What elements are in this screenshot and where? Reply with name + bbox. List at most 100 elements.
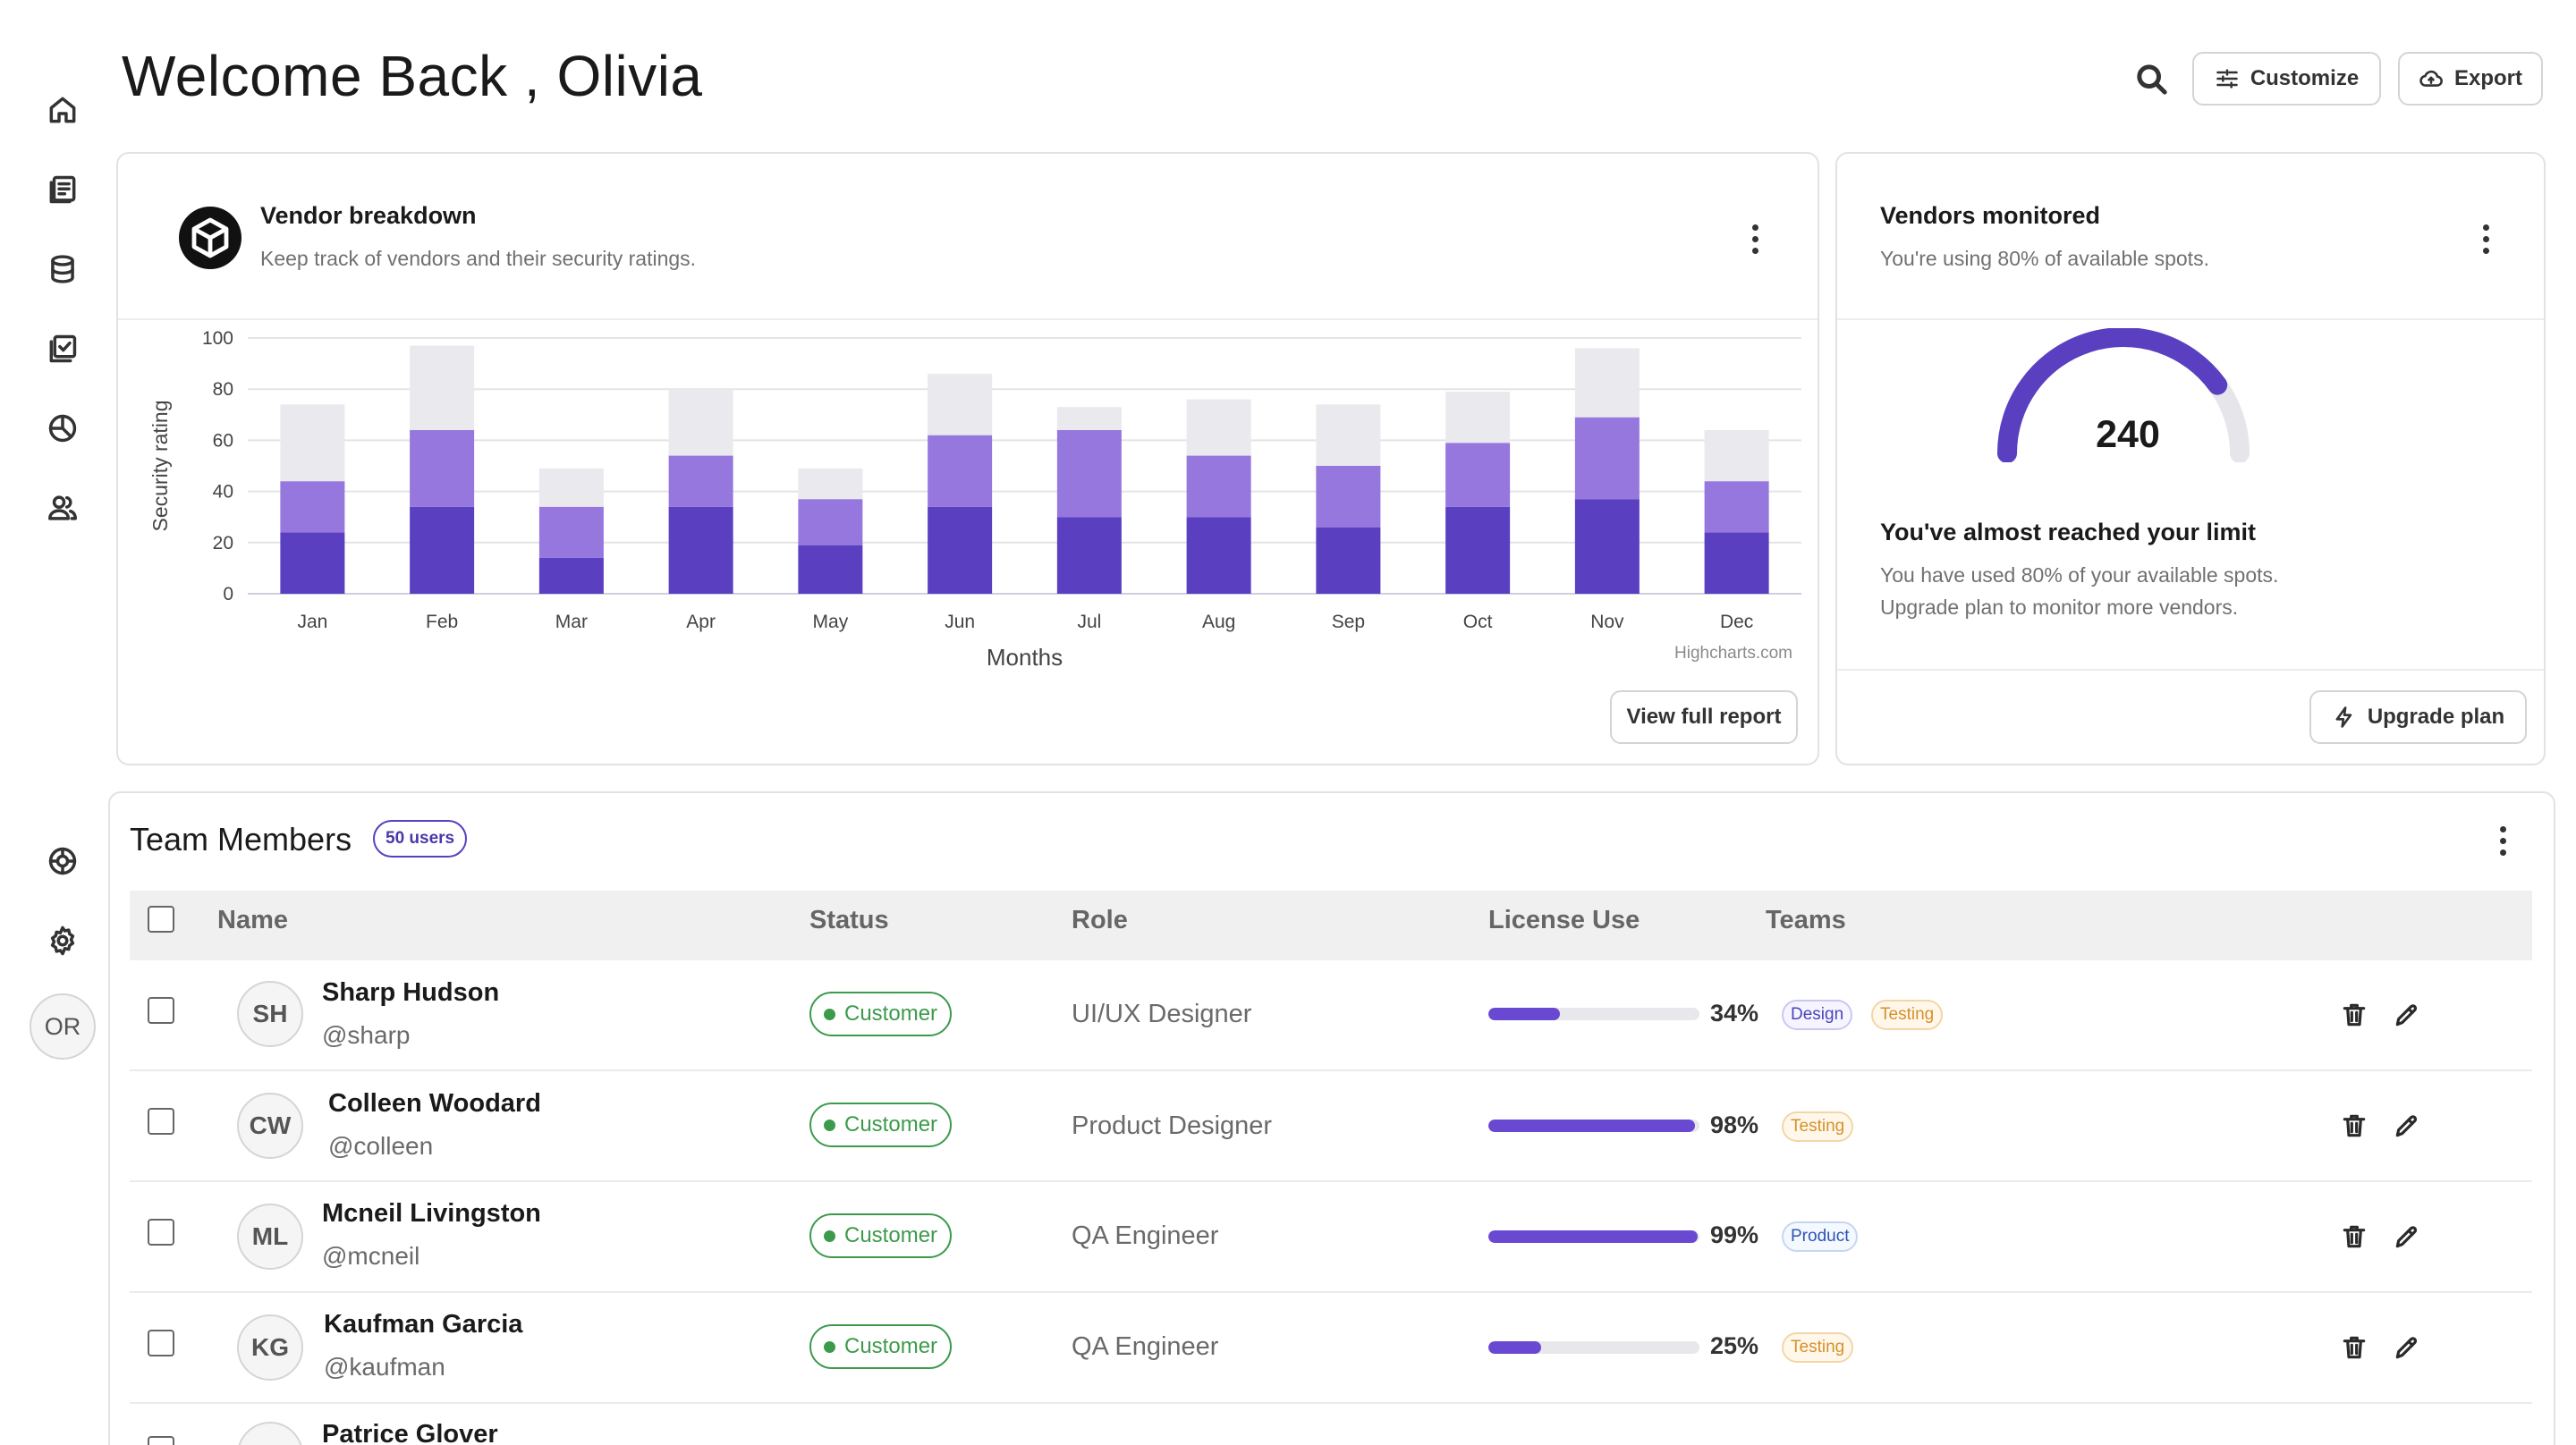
users-count-badge: 50 users — [373, 820, 468, 858]
gauge-value: 240 — [2096, 413, 2160, 456]
column-header-status[interactable]: Status — [809, 906, 889, 935]
chart-bar-segment — [668, 455, 733, 507]
chart-bar-segment — [410, 345, 475, 430]
x-tick-label: Jun — [945, 612, 975, 632]
trash-icon[interactable] — [2336, 1330, 2372, 1365]
pencil-icon[interactable] — [2389, 997, 2425, 1033]
vendors-monitored-card: Vendors monitored You're using 80% of av… — [1835, 152, 2546, 765]
monitor-card-title: Vendors monitored — [1880, 202, 2101, 229]
team-tag[interactable]: Product — [1782, 1221, 1859, 1252]
member-avatar: ML — [237, 1204, 303, 1270]
chart-bar-segment — [928, 435, 993, 507]
vendor-card-menu-icon[interactable] — [1741, 216, 1768, 261]
home-icon[interactable] — [41, 89, 84, 131]
x-axis-title: Months — [987, 644, 1063, 671]
team-tag[interactable]: Testing — [1782, 1111, 1854, 1142]
cloud-upload-icon — [2419, 70, 2443, 87]
member-handle: @kaufman — [324, 1353, 445, 1381]
trash-icon[interactable] — [2336, 1219, 2372, 1255]
x-tick-label: Jul — [1077, 612, 1101, 632]
y-tick-label: 40 — [213, 482, 233, 503]
row-divider — [130, 1291, 2532, 1293]
member-role: QA Engineer — [1072, 1221, 1219, 1250]
database-icon[interactable] — [41, 248, 84, 291]
x-tick-label: Dec — [1720, 612, 1753, 632]
row-divider — [130, 1180, 2532, 1182]
team-tag[interactable]: Testing — [1782, 1332, 1854, 1363]
limit-text-line2: Upgrade plan to monitor more vendors. — [1880, 596, 2239, 619]
x-tick-label: Jan — [297, 612, 327, 632]
pencil-icon[interactable] — [2389, 1219, 2425, 1255]
view-full-report-button[interactable]: View full report — [1610, 690, 1798, 744]
team-tag[interactable]: Testing — [1871, 1000, 1944, 1030]
member-name[interactable]: Patrice Glover — [322, 1420, 498, 1445]
team-menu-icon[interactable] — [2489, 818, 2516, 863]
pencil-icon[interactable] — [2389, 1330, 2425, 1365]
member-name[interactable]: Mcneil Livingston — [322, 1199, 541, 1229]
limit-title: You've almost reached your limit — [1880, 519, 2257, 545]
chart-bar-segment — [280, 481, 345, 533]
chart-bar-segment — [1574, 417, 1640, 500]
chart-bar-segment — [1445, 392, 1511, 444]
chart-bar-segment — [1704, 532, 1769, 594]
chart-bar-segment — [538, 506, 604, 558]
check-square-icon[interactable] — [41, 327, 84, 370]
support-icon[interactable] — [41, 840, 84, 883]
trash-icon[interactable] — [2336, 1108, 2372, 1144]
card-divider — [1837, 669, 2544, 671]
monitor-card-menu-icon[interactable] — [2472, 216, 2499, 261]
gear-icon[interactable] — [41, 919, 84, 962]
customize-button[interactable]: Customize — [2192, 52, 2381, 106]
pencil-icon[interactable] — [2389, 1108, 2425, 1144]
vendor-breakdown-card: Vendor breakdown Keep track of vendors a… — [116, 152, 1819, 765]
page-title: Welcome Back , Olivia — [122, 44, 703, 108]
column-header-license[interactable]: License Use — [1488, 906, 1640, 935]
export-button[interactable]: Export — [2398, 52, 2543, 106]
trash-icon[interactable] — [2336, 997, 2372, 1033]
chart-bar-segment — [798, 499, 863, 545]
status-badge: Customer — [809, 1213, 953, 1258]
team-tag[interactable]: Design — [1782, 1000, 1853, 1030]
book-icon[interactable] — [41, 168, 84, 211]
pie-chart-icon[interactable] — [41, 407, 84, 450]
status-badge: Customer — [809, 992, 953, 1036]
license-percent: 98% — [1710, 1111, 1759, 1138]
export-label: Export — [2453, 66, 2522, 90]
member-name[interactable]: Kaufman Garcia — [324, 1310, 522, 1339]
row-checkbox[interactable] — [148, 1330, 174, 1356]
chart-bar-segment — [1056, 407, 1122, 430]
search-icon[interactable] — [2131, 59, 2173, 100]
users-icon[interactable] — [41, 486, 84, 529]
chart-bar-segment — [410, 429, 475, 507]
member-role: Product Designer — [1072, 1111, 1273, 1140]
status-badge: Customer — [809, 1103, 953, 1147]
column-header-role[interactable]: Role — [1072, 906, 1128, 935]
member-name[interactable]: Colleen Woodard — [328, 1089, 541, 1119]
chart-bar-segment — [668, 506, 733, 594]
chart-bar-segment — [1574, 499, 1640, 594]
user-avatar[interactable]: OR — [30, 993, 96, 1060]
chart-bar-segment — [280, 404, 345, 482]
column-header-name[interactable]: Name — [217, 906, 288, 935]
card-divider — [1837, 318, 2544, 320]
chart-bar-segment — [1316, 527, 1381, 594]
row-checkbox[interactable] — [148, 1108, 174, 1135]
chart-bar-segment — [280, 532, 345, 594]
upgrade-plan-button[interactable]: Upgrade plan — [2309, 690, 2527, 744]
y-tick-label: 80 — [213, 379, 233, 400]
member-avatar: CW — [237, 1093, 303, 1159]
row-checkbox[interactable] — [148, 997, 174, 1024]
y-tick-label: 60 — [213, 430, 233, 451]
sidebar: OR — [0, 0, 116, 1445]
row-checkbox[interactable] — [148, 1219, 174, 1246]
select-all-checkbox[interactable] — [148, 906, 174, 933]
chart-bar-segment — [1186, 517, 1251, 594]
row-divider — [130, 1402, 2532, 1404]
member-role: UI/UX Designer — [1072, 1000, 1252, 1028]
member-name[interactable]: Sharp Hudson — [322, 978, 499, 1008]
row-checkbox[interactable] — [148, 1436, 174, 1445]
license-progress — [1488, 1230, 1699, 1243]
column-header-teams[interactable]: Teams — [1766, 906, 1846, 935]
chart-bar-segment — [798, 468, 863, 500]
monitor-card-subtitle: You're using 80% of available spots. — [1880, 247, 2209, 270]
